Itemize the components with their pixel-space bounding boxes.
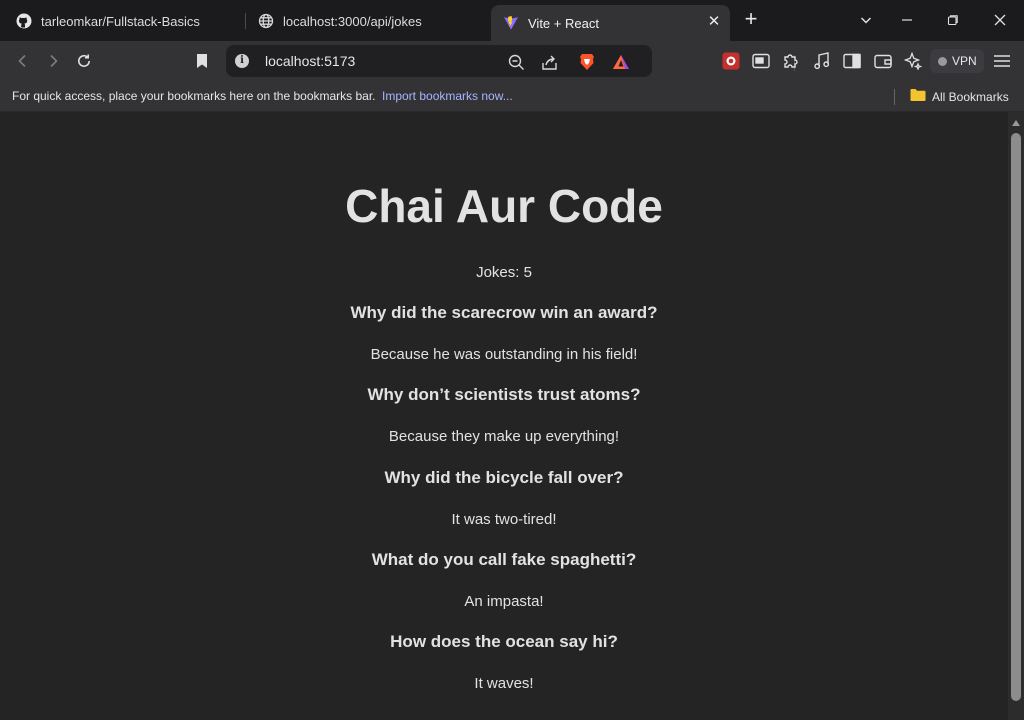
folder-icon	[910, 88, 926, 105]
tab-label: tarleomkar/Fullstack-Basics	[41, 13, 200, 29]
extension-red-icon[interactable]	[721, 51, 741, 71]
restore-icon[interactable]	[941, 8, 965, 32]
tab-label: Vite + React	[528, 15, 599, 31]
vite-icon	[503, 15, 519, 31]
back-icon[interactable]	[11, 49, 35, 73]
wallet-icon[interactable]	[873, 51, 893, 71]
minimize-icon[interactable]	[895, 8, 919, 32]
all-bookmarks-label: All Bookmarks	[932, 89, 1009, 104]
tab-api-jokes[interactable]: localhost:3000/api/jokes	[250, 5, 486, 37]
joke-answer: Because he was outstanding in his field!	[370, 346, 638, 363]
site-info-icon[interactable]: i	[235, 54, 249, 68]
tab-label: localhost:3000/api/jokes	[283, 13, 422, 29]
music-note-icon[interactable]	[812, 51, 832, 71]
brave-rewards-icon[interactable]	[612, 53, 630, 71]
joke-answer: It was two-tired!	[451, 511, 557, 528]
globe-icon	[258, 13, 274, 29]
sidebar-toggle-icon[interactable]	[842, 51, 862, 71]
forward-icon[interactable]	[41, 49, 65, 73]
tab-divider	[245, 13, 246, 29]
import-bookmarks-link[interactable]: Import bookmarks now...	[382, 89, 513, 103]
picture-in-picture-icon[interactable]	[751, 51, 771, 71]
jokes-count: Jokes: 5	[476, 264, 532, 281]
browser-toolbar: i localhost:5173 VPN	[0, 41, 1024, 81]
all-bookmarks-button[interactable]: All Bookmarks	[910, 88, 1009, 105]
joke-question: Why don’t scientists trust atoms?	[367, 385, 641, 404]
reload-icon[interactable]	[72, 49, 96, 73]
tab-vite-react-active[interactable]: Vite + React ✕	[491, 5, 730, 41]
joke-answer: An impasta!	[464, 593, 544, 610]
menu-hamburger-icon[interactable]	[992, 51, 1012, 71]
bookmarks-hint: For quick access, place your bookmarks h…	[12, 89, 376, 103]
joke-answer: It waves!	[474, 675, 534, 692]
page-scrollbar[interactable]	[1008, 112, 1024, 720]
brave-shields-icon[interactable]	[578, 53, 596, 71]
share-icon[interactable]	[540, 53, 558, 71]
vpn-button[interactable]: VPN	[930, 49, 984, 73]
tab-strip: tarleomkar/Fullstack-Basics localhost:30…	[0, 0, 1024, 41]
page-viewport: Chai Aur Code Jokes: 5 Why did the scare…	[0, 112, 1008, 720]
address-url[interactable]: localhost:5173	[265, 53, 355, 69]
zoom-out-icon[interactable]	[507, 53, 525, 71]
vpn-label: VPN	[952, 54, 977, 68]
extensions-puzzle-icon[interactable]	[781, 51, 801, 71]
close-window-icon[interactable]	[988, 8, 1012, 32]
bookmark-icon[interactable]	[190, 49, 214, 73]
vpn-status-dot	[938, 56, 947, 66]
joke-question: Why did the scarecrow win an award?	[350, 303, 658, 322]
joke-question: Why did the bicycle fall over?	[384, 468, 624, 487]
github-icon	[16, 13, 32, 29]
scroll-up-arrow-icon[interactable]	[1012, 120, 1020, 126]
close-tab-icon[interactable]: ✕	[706, 14, 722, 30]
scrollbar-thumb[interactable]	[1011, 133, 1021, 701]
page-title: Chai Aur Code	[345, 180, 663, 232]
bookmarks-bar: For quick access, place your bookmarks h…	[0, 81, 1024, 112]
bookmarks-divider	[894, 89, 895, 105]
new-tab-icon[interactable]: +	[740, 8, 762, 31]
tab-github[interactable]: tarleomkar/Fullstack-Basics	[8, 5, 244, 37]
tab-search-chevron-icon[interactable]	[854, 8, 878, 32]
joke-answer: Because they make up everything!	[388, 428, 620, 445]
joke-question: How does the ocean say hi?	[390, 632, 618, 651]
address-bar[interactable]: i localhost:5173	[226, 45, 795, 77]
leo-ai-sparkle-icon[interactable]	[903, 51, 923, 71]
joke-question: What do you call fake spaghetti?	[371, 550, 637, 569]
